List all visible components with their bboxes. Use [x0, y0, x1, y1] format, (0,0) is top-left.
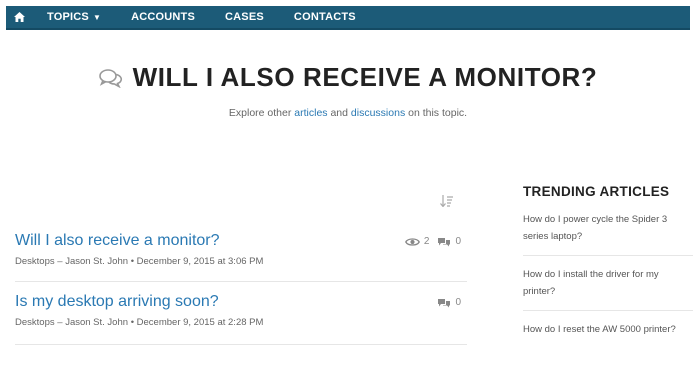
- sort-button[interactable]: [440, 194, 454, 212]
- meta-dash: –: [57, 317, 66, 328]
- trending-articles-heading: TRENDING ARTICLES: [523, 184, 670, 199]
- subtitle-prefix: Explore other: [228, 107, 292, 119]
- discussion-topic[interactable]: Desktops: [15, 317, 55, 328]
- trending-articles-panel: TRENDING ARTICLES How do I power cycle t…: [523, 184, 693, 358]
- meta-dash: –: [57, 256, 66, 267]
- replies-icon: [438, 299, 451, 308]
- reply-count-value: 0: [455, 236, 461, 247]
- discussion-date: December 9, 2015 at 2:28 PM: [136, 317, 264, 328]
- nav-contacts-label: CONTACTS: [293, 11, 356, 23]
- subtitle-and: and: [330, 107, 348, 119]
- reply-count: 0: [437, 297, 461, 308]
- eye-icon: [404, 237, 420, 246]
- nav-accounts[interactable]: ACCOUNTS: [116, 5, 210, 29]
- replies-icon: [438, 238, 451, 247]
- sort-icon: [440, 195, 453, 208]
- discussions-link[interactable]: discussions: [351, 107, 405, 119]
- discussion-item: Is my desktop arriving soon? Desktops – …: [15, 293, 467, 345]
- discussion-bubbles-icon: [98, 68, 122, 88]
- page-subtitle: Explore other articles and discussions o…: [0, 107, 696, 119]
- nav-cases[interactable]: CASES: [210, 5, 279, 29]
- discussion-meta: Desktops – Jason St. John • December 9, …: [15, 317, 467, 328]
- discussion-title-link[interactable]: Is my desktop arriving soon?: [15, 293, 467, 311]
- nav-contacts[interactable]: CONTACTS: [279, 5, 371, 29]
- page-title: WILL I ALSO RECEIVE A MONITOR?: [132, 62, 598, 92]
- discussion-author[interactable]: Jason St. John: [65, 256, 128, 267]
- nav-cases-label: CASES: [225, 11, 264, 23]
- trending-article-link[interactable]: How do I power cycle the Spider 3 series…: [523, 211, 693, 256]
- discussion-item: Will I also receive a monitor? Desktops …: [15, 232, 467, 282]
- nav-topics-label: TOPICS: [47, 11, 89, 23]
- discussion-stats: 0: [429, 297, 461, 308]
- discussion-meta: Desktops – Jason St. John • December 9, …: [15, 256, 467, 267]
- view-count: 2: [404, 236, 430, 247]
- view-count-value: 2: [423, 236, 430, 247]
- page-header: WILL I ALSO RECEIVE A MONITOR?: [0, 62, 696, 93]
- top-nav-bar: TOPICS ▼ ACCOUNTS CASES CONTACTS: [6, 6, 690, 30]
- reply-count: 0: [437, 236, 461, 247]
- discussion-stats: 2 0: [397, 236, 461, 247]
- trending-article-link[interactable]: How do I install the driver for my print…: [523, 266, 693, 311]
- discussion-author[interactable]: Jason St. John: [65, 317, 128, 328]
- articles-link[interactable]: articles: [294, 107, 327, 119]
- caret-down-icon: ▼: [92, 12, 102, 22]
- discussion-date: December 9, 2015 at 3:06 PM: [136, 256, 264, 267]
- home-icon: [13, 12, 25, 22]
- nav-accounts-label: ACCOUNTS: [131, 11, 196, 23]
- subtitle-suffix: on this topic.: [408, 107, 468, 119]
- home-button[interactable]: [6, 5, 32, 29]
- trending-article-link[interactable]: How do I reset the AW 5000 printer?: [523, 321, 693, 348]
- reply-count-value: 0: [455, 297, 461, 308]
- nav-topics[interactable]: TOPICS ▼: [32, 5, 116, 29]
- discussion-topic[interactable]: Desktops: [15, 256, 55, 267]
